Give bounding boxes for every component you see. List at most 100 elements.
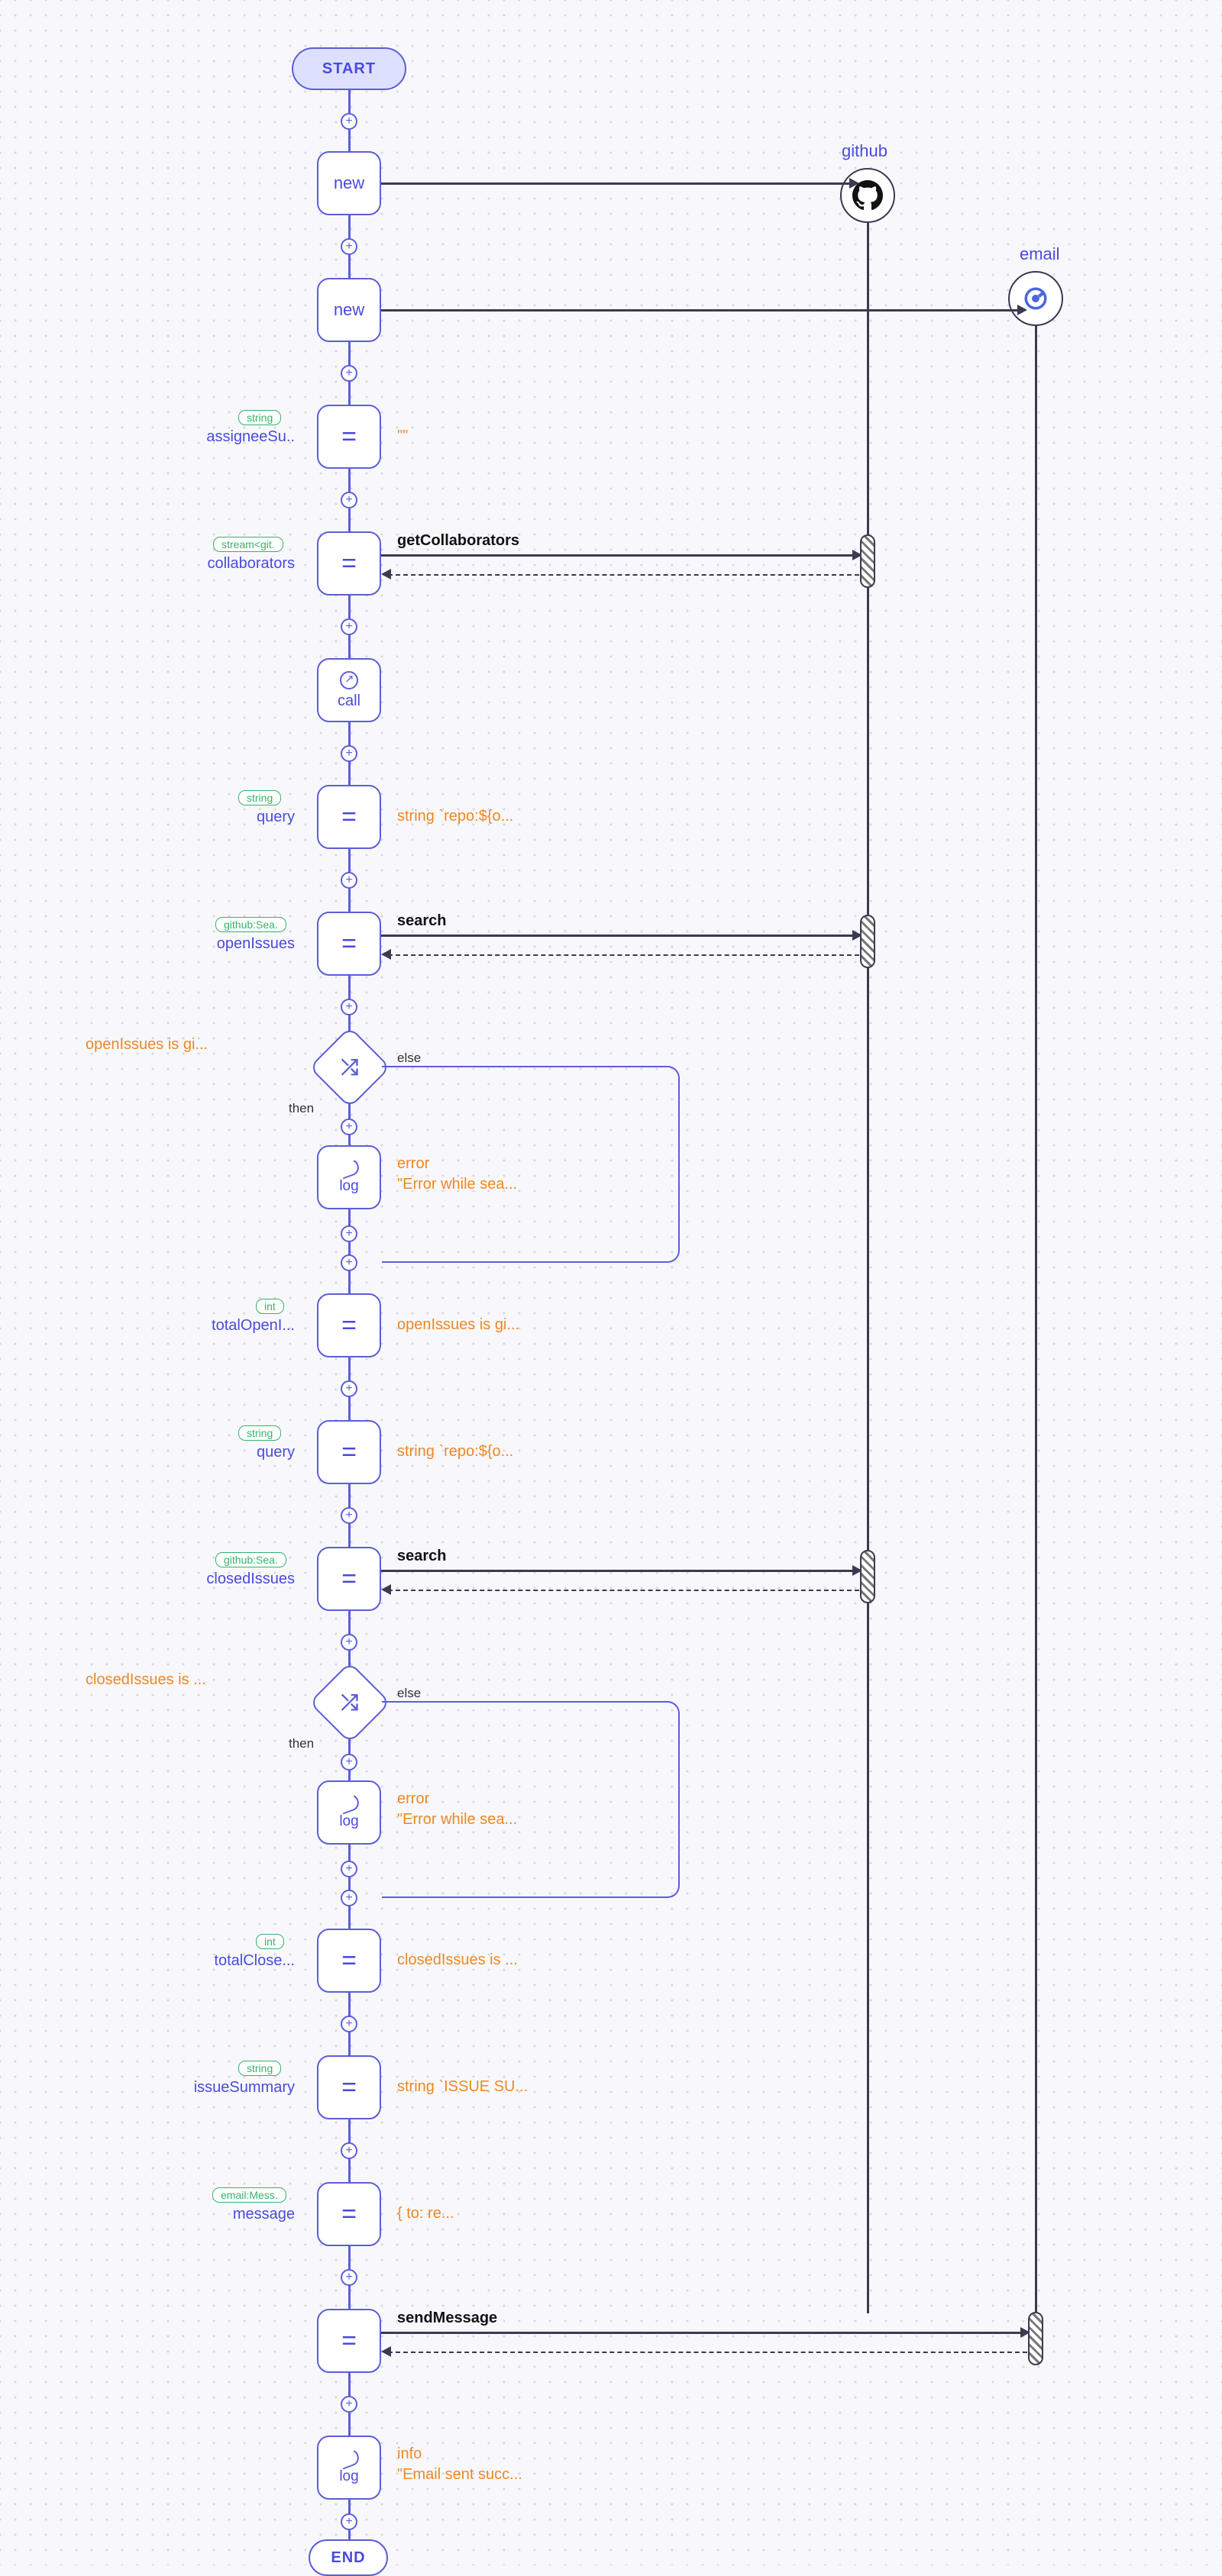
val-issueSummary: string `ISSUE SU... [397, 2078, 528, 2096]
arrow-call [381, 554, 858, 557]
node-assign-totalClose[interactable]: = [317, 1929, 381, 1993]
plus-connector[interactable] [341, 113, 357, 130]
type-githubSea: github:Sea. [215, 917, 286, 932]
val-assigneeSu: "" [397, 428, 408, 445]
node-assign-query1[interactable]: = [317, 785, 381, 849]
plus-connector[interactable] [341, 1634, 357, 1651]
plus-connector[interactable] [341, 745, 357, 762]
node-new-email[interactable]: new [317, 278, 381, 342]
plus-connector[interactable] [341, 1890, 357, 1906]
node-log-error-open[interactable]: log [317, 1145, 381, 1209]
plus-connector[interactable] [341, 238, 357, 255]
node-assign-sendMessage[interactable]: = [317, 2309, 381, 2373]
eq-label: = [341, 1311, 357, 1341]
plus-connector[interactable] [341, 2269, 357, 2286]
log-level: error [397, 1155, 429, 1173]
activation-github [860, 1550, 875, 1603]
plus-connector[interactable] [341, 2142, 357, 2159]
node-assign-totalOpenI[interactable]: = [317, 1293, 381, 1357]
var-query: query [257, 1444, 295, 1461]
plus-connector[interactable] [341, 1119, 357, 1135]
plus-connector[interactable] [341, 1861, 357, 1877]
var-totalOpenI: totalOpenI... [212, 1317, 295, 1335]
activation-github [860, 534, 875, 588]
node-assign-closedIssues[interactable]: = [317, 1547, 381, 1611]
node-label: new [334, 300, 364, 320]
actor-github [840, 168, 895, 223]
label-then: then [289, 1101, 314, 1116]
eq-label: = [341, 1564, 357, 1594]
plus-connector[interactable] [341, 618, 357, 635]
var-closedIssues: closedIssues [206, 1570, 295, 1588]
connector [348, 1845, 351, 1929]
call-search-open: search [397, 912, 447, 930]
val-message: { to: re... [397, 2205, 454, 2223]
plus-connector[interactable] [341, 1507, 357, 1524]
activation-github [860, 915, 875, 968]
node-log-error-closed[interactable]: log [317, 1780, 381, 1845]
eq-label: = [341, 929, 357, 959]
type-string: string [238, 2061, 281, 2076]
node-new-github[interactable]: new [317, 151, 381, 215]
arrow-call [381, 2332, 1026, 2334]
plus-connector[interactable] [341, 872, 357, 889]
log-icon [337, 1157, 361, 1180]
plus-connector[interactable] [341, 1254, 357, 1271]
node-assign-assigneeSu[interactable]: = [317, 405, 381, 469]
label-else: else [397, 1686, 421, 1701]
var-message: message [233, 2206, 295, 2223]
type-stream: stream<git. [213, 537, 283, 552]
plus-connector[interactable] [341, 1225, 357, 1242]
plus-connector[interactable] [341, 2513, 357, 2530]
node-decision-closedIssues[interactable]: ⤮ [309, 1661, 390, 1743]
log-icon [337, 2447, 361, 2470]
actor-github-label: github [842, 141, 887, 161]
var-assigneeSu: assigneeSu.. [206, 428, 295, 446]
call-getCollaborators: getCollaborators [397, 532, 519, 550]
call-sendMessage: sendMessage [397, 2310, 497, 2327]
log-msg: "Email sent succ... [397, 2466, 522, 2484]
node-assign-collaborators[interactable]: = [317, 531, 381, 596]
log-level: error [397, 1790, 429, 1808]
actor-email-label: email [1020, 244, 1060, 264]
call-search-closed: search [397, 1548, 447, 1565]
var-collaborators: collaborators [207, 555, 295, 573]
plus-connector[interactable] [341, 1380, 357, 1397]
val-query2: string `repo:${o... [397, 1443, 513, 1461]
type-string: string [238, 410, 281, 425]
node-assign-message[interactable]: = [317, 2182, 381, 2246]
node-log-info[interactable]: log [317, 2436, 381, 2500]
val-totalOpenI: openIssues is gi... [397, 1316, 519, 1334]
arrow-return [388, 954, 859, 956]
plus-connector[interactable] [341, 999, 357, 1015]
type-string: string [238, 790, 281, 805]
eq-label: = [341, 802, 357, 832]
node-assign-issueSummary[interactable]: = [317, 2055, 381, 2119]
node-call[interactable]: call [317, 658, 381, 722]
eq-label: = [341, 422, 357, 452]
label-then: then [289, 1736, 314, 1751]
log-icon [337, 1792, 361, 1815]
var-query: query [257, 809, 295, 826]
plus-connector[interactable] [341, 2016, 357, 2032]
var-totalClose: totalClose... [214, 1952, 295, 1970]
arrow-call [381, 1570, 858, 1572]
eq-label: = [341, 1438, 357, 1467]
var-openIssues: openIssues [217, 935, 295, 953]
eq-label: = [341, 1946, 357, 1976]
node-decision-openIssues[interactable]: ⤮ [309, 1026, 390, 1108]
arrowhead [381, 1584, 391, 1595]
plus-connector[interactable] [341, 492, 357, 508]
node-assign-openIssues[interactable]: = [317, 912, 381, 976]
node-assign-query2[interactable]: = [317, 1420, 381, 1484]
plus-connector[interactable] [341, 365, 357, 382]
type-string: string [238, 1425, 281, 1441]
type-emailMess: email:Mess. [212, 2187, 286, 2203]
label-else: else [397, 1051, 421, 1066]
arrow-new-email [381, 309, 1023, 312]
var-issueSummary: issueSummary [194, 2079, 295, 2097]
plus-connector[interactable] [341, 2396, 357, 2413]
arrow-return [388, 574, 859, 576]
plus-connector[interactable] [341, 1754, 357, 1771]
end-node: END [309, 2539, 388, 2576]
